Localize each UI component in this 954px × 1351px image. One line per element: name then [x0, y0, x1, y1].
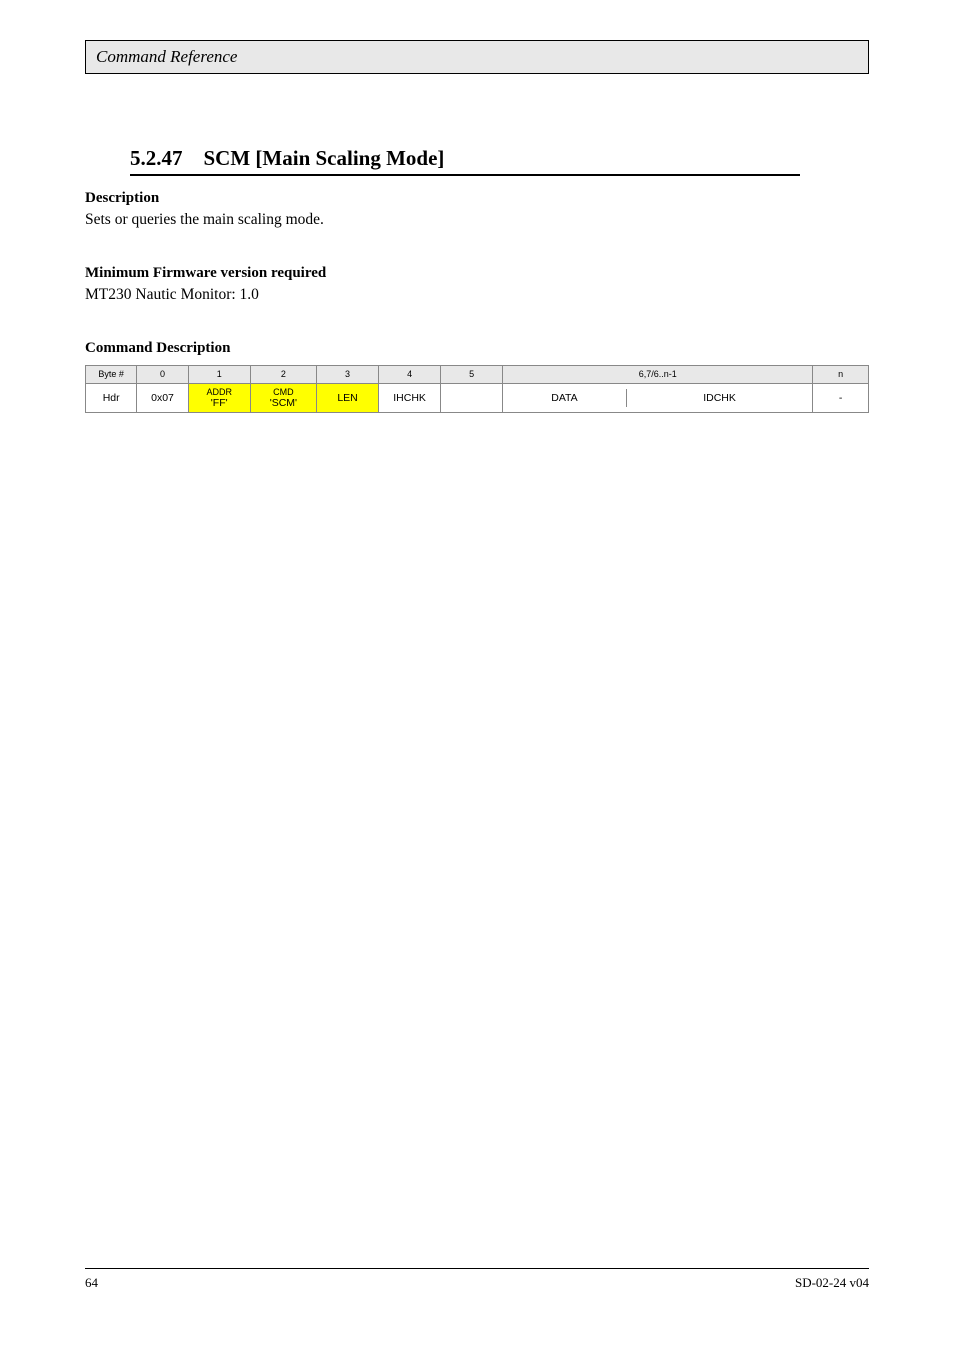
td-addr: ADDR 'FF'	[188, 383, 250, 412]
td-hdr: Hdr	[86, 383, 137, 412]
th-1: 1	[188, 366, 250, 384]
firmware-text: MT230 Nautic Monitor: 1.0	[85, 286, 869, 304]
description-text: Sets or queries the main scaling mode.	[85, 211, 869, 229]
section-title-text: SCM [Main Scaling Mode]	[204, 146, 445, 170]
th-3: 3	[317, 366, 379, 384]
footer-page: 64	[85, 1275, 98, 1291]
table-row: Hdr 0x07 ADDR 'FF' CMD 'SCM' LEN IHCHK	[86, 383, 869, 412]
description-label: Description	[85, 190, 869, 207]
addr-val: 'FF'	[193, 397, 246, 409]
td-ihchk: IHCHK	[379, 383, 441, 412]
th-5: 5	[441, 366, 503, 384]
td-trailer: -	[813, 383, 869, 412]
table-header-row: Byte # 0 1 2 3 4 5 6,7/6..n-1 n	[86, 366, 869, 384]
td-blank	[441, 383, 503, 412]
idchk-cell: IDCHK	[627, 389, 813, 407]
header-box: Command Reference	[85, 40, 869, 74]
command-desc-label: Command Description	[85, 340, 869, 357]
addr-label: ADDR	[193, 387, 246, 397]
cmd-label: CMD	[255, 387, 312, 397]
section-heading: 5.2.47 SCM [Main Scaling Mode]	[130, 146, 869, 176]
th-4: 4	[379, 366, 441, 384]
td-cmd: CMD 'SCM'	[250, 383, 316, 412]
cmd-val: 'SCM'	[255, 397, 312, 409]
th-6n: 6,7/6..n-1	[503, 366, 813, 384]
th-2: 2	[250, 366, 316, 384]
th-n: n	[813, 366, 869, 384]
td-attn: 0x07	[137, 383, 188, 412]
firmware-label: Minimum Firmware version required	[85, 265, 869, 282]
page-footer: 64 SD-02-24 v04	[85, 1268, 869, 1291]
td-data: DATA IDCHK	[503, 383, 813, 412]
command-table: Byte # 0 1 2 3 4 5 6,7/6..n-1 n Hdr 0x07…	[85, 365, 869, 413]
section-number: 5.2.47	[130, 146, 183, 170]
header-title: Command Reference	[96, 47, 237, 66]
th-0: 0	[137, 366, 188, 384]
td-len: LEN	[317, 383, 379, 412]
th-byte: Byte #	[86, 366, 137, 384]
footer-doc: SD-02-24 v04	[795, 1275, 869, 1291]
data-cell: DATA	[503, 389, 627, 407]
